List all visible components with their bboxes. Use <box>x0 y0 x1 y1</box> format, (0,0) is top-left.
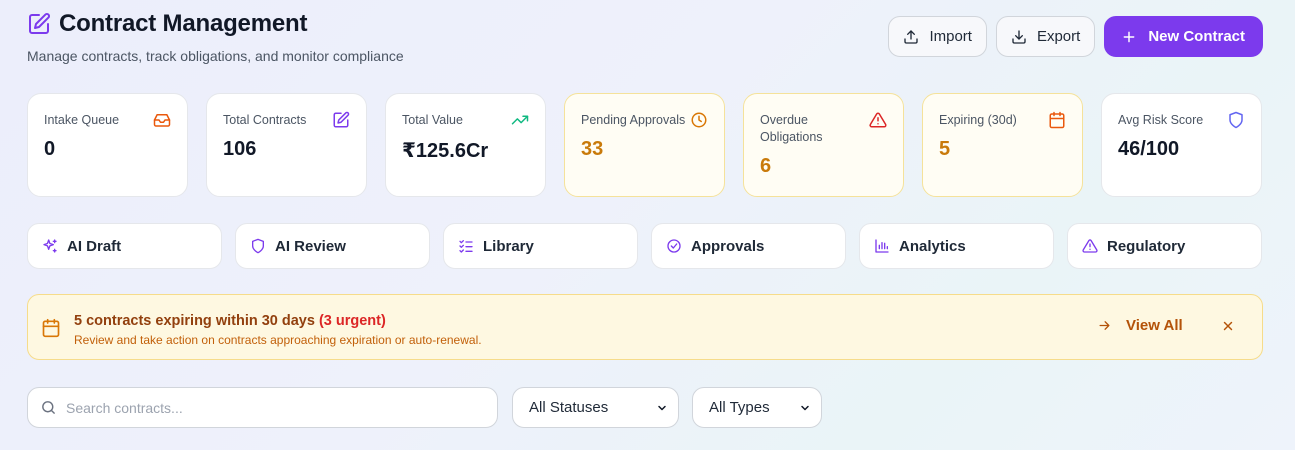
stat-card-pending-approvals[interactable]: Pending Approvals 33 <box>564 93 725 197</box>
bar-chart-icon <box>874 238 890 254</box>
stat-label: Avg Risk Score <box>1118 113 1204 127</box>
ai-review-button[interactable]: AI Review <box>235 223 430 269</box>
tool-label: Approvals <box>691 237 765 255</box>
tools-row: AI Draft AI Review Library Approvals Ana… <box>27 223 1262 269</box>
import-label: Import <box>929 28 972 45</box>
inbox-icon <box>153 111 171 129</box>
close-icon[interactable] <box>1221 319 1235 333</box>
ai-draft-button[interactable]: AI Draft <box>27 223 222 269</box>
status-filter-select[interactable]: All Statuses <box>512 387 679 428</box>
shield-icon <box>250 238 266 254</box>
upload-icon <box>903 29 919 45</box>
import-button[interactable]: Import <box>888 16 987 57</box>
plus-icon <box>1122 30 1136 44</box>
edit-document-icon <box>332 111 350 129</box>
stat-value: 0 <box>44 138 56 160</box>
search-input[interactable] <box>66 399 485 416</box>
stat-value: 33 <box>581 138 604 160</box>
view-all-link[interactable]: View All <box>1097 317 1183 334</box>
stats-row: Intake Queue 0 Total Contracts 106 Total… <box>27 93 1262 197</box>
chevron-down-icon <box>799 402 811 414</box>
arrow-right-icon <box>1097 318 1112 333</box>
check-circle-icon <box>666 238 682 254</box>
calendar-icon <box>1048 111 1066 129</box>
search-box <box>27 387 498 428</box>
stat-label: Intake Queue <box>44 113 120 127</box>
urgent-count: (3 urgent) <box>318 313 386 329</box>
export-label: Export <box>1036 28 1081 45</box>
tool-label: Library <box>483 237 534 255</box>
trending-up-icon <box>511 111 529 129</box>
edit-document-icon <box>27 12 51 36</box>
sparkles-icon <box>42 238 58 254</box>
new-contract-button[interactable]: New Contract <box>1104 16 1263 57</box>
stat-value: 106 <box>223 138 257 160</box>
page-header: Contract Management Manage contracts, tr… <box>27 10 1263 70</box>
chevron-down-icon <box>656 402 668 414</box>
stat-card-intake-queue[interactable]: Intake Queue 0 <box>27 93 188 197</box>
regulatory-button[interactable]: Regulatory <box>1067 223 1262 269</box>
clock-icon <box>690 111 708 129</box>
library-button[interactable]: Library <box>443 223 638 269</box>
search-icon <box>40 399 57 416</box>
status-filter-value: All Statuses <box>529 399 609 416</box>
stat-label: Expiring (30d) <box>939 113 1017 127</box>
export-button[interactable]: Export <box>995 16 1096 57</box>
calendar-icon <box>41 318 61 338</box>
stat-label: Overdue Obligations <box>760 113 823 144</box>
banner-description: Review and take action on contracts appr… <box>74 333 482 347</box>
tool-label: AI Review <box>275 237 346 255</box>
shield-icon <box>1227 111 1245 129</box>
stat-card-total-value[interactable]: Total Value ₹125.6Cr <box>385 93 546 197</box>
stat-label: Total Value <box>402 113 463 127</box>
stat-card-avg-risk-score[interactable]: Avg Risk Score 46/100 <box>1101 93 1262 197</box>
stat-card-total-contracts[interactable]: Total Contracts 106 <box>206 93 367 197</box>
stat-label: Pending Approvals <box>581 113 686 127</box>
stat-value: 6 <box>760 155 772 177</box>
stat-value: 5 <box>939 138 951 160</box>
view-all-label: View All <box>1126 317 1183 334</box>
header-actions: Import Export New Contract <box>888 16 1263 57</box>
type-filter-value: All Types <box>709 399 770 416</box>
alert-triangle-icon <box>869 111 887 129</box>
stat-value: 46/100 <box>1118 138 1180 160</box>
banner-title-text: 5 contracts expiring within 30 days <box>74 313 315 329</box>
stat-value: ₹125.6Cr <box>402 140 489 162</box>
tool-label: Analytics <box>899 237 966 255</box>
download-icon <box>1011 29 1027 45</box>
analytics-button[interactable]: Analytics <box>859 223 1054 269</box>
stat-card-expiring[interactable]: Expiring (30d) 5 <box>922 93 1083 197</box>
new-contract-label: New Contract <box>1148 28 1245 45</box>
page-title: Contract Management <box>59 10 308 37</box>
stat-card-overdue-obligations[interactable]: Overdue Obligations 6 <box>743 93 904 197</box>
approvals-button[interactable]: Approvals <box>651 223 846 269</box>
stat-label: Total Contracts <box>223 113 307 127</box>
alert-triangle-icon <box>1082 238 1098 254</box>
type-filter-select[interactable]: All Types <box>692 387 822 428</box>
banner-title: 5 contracts expiring within 30 days (3 u… <box>74 313 386 329</box>
list-checks-icon <box>458 238 474 254</box>
tool-label: Regulatory <box>1107 237 1186 255</box>
expiry-alert-banner: 5 contracts expiring within 30 days (3 u… <box>27 294 1263 360</box>
tool-label: AI Draft <box>67 237 122 255</box>
